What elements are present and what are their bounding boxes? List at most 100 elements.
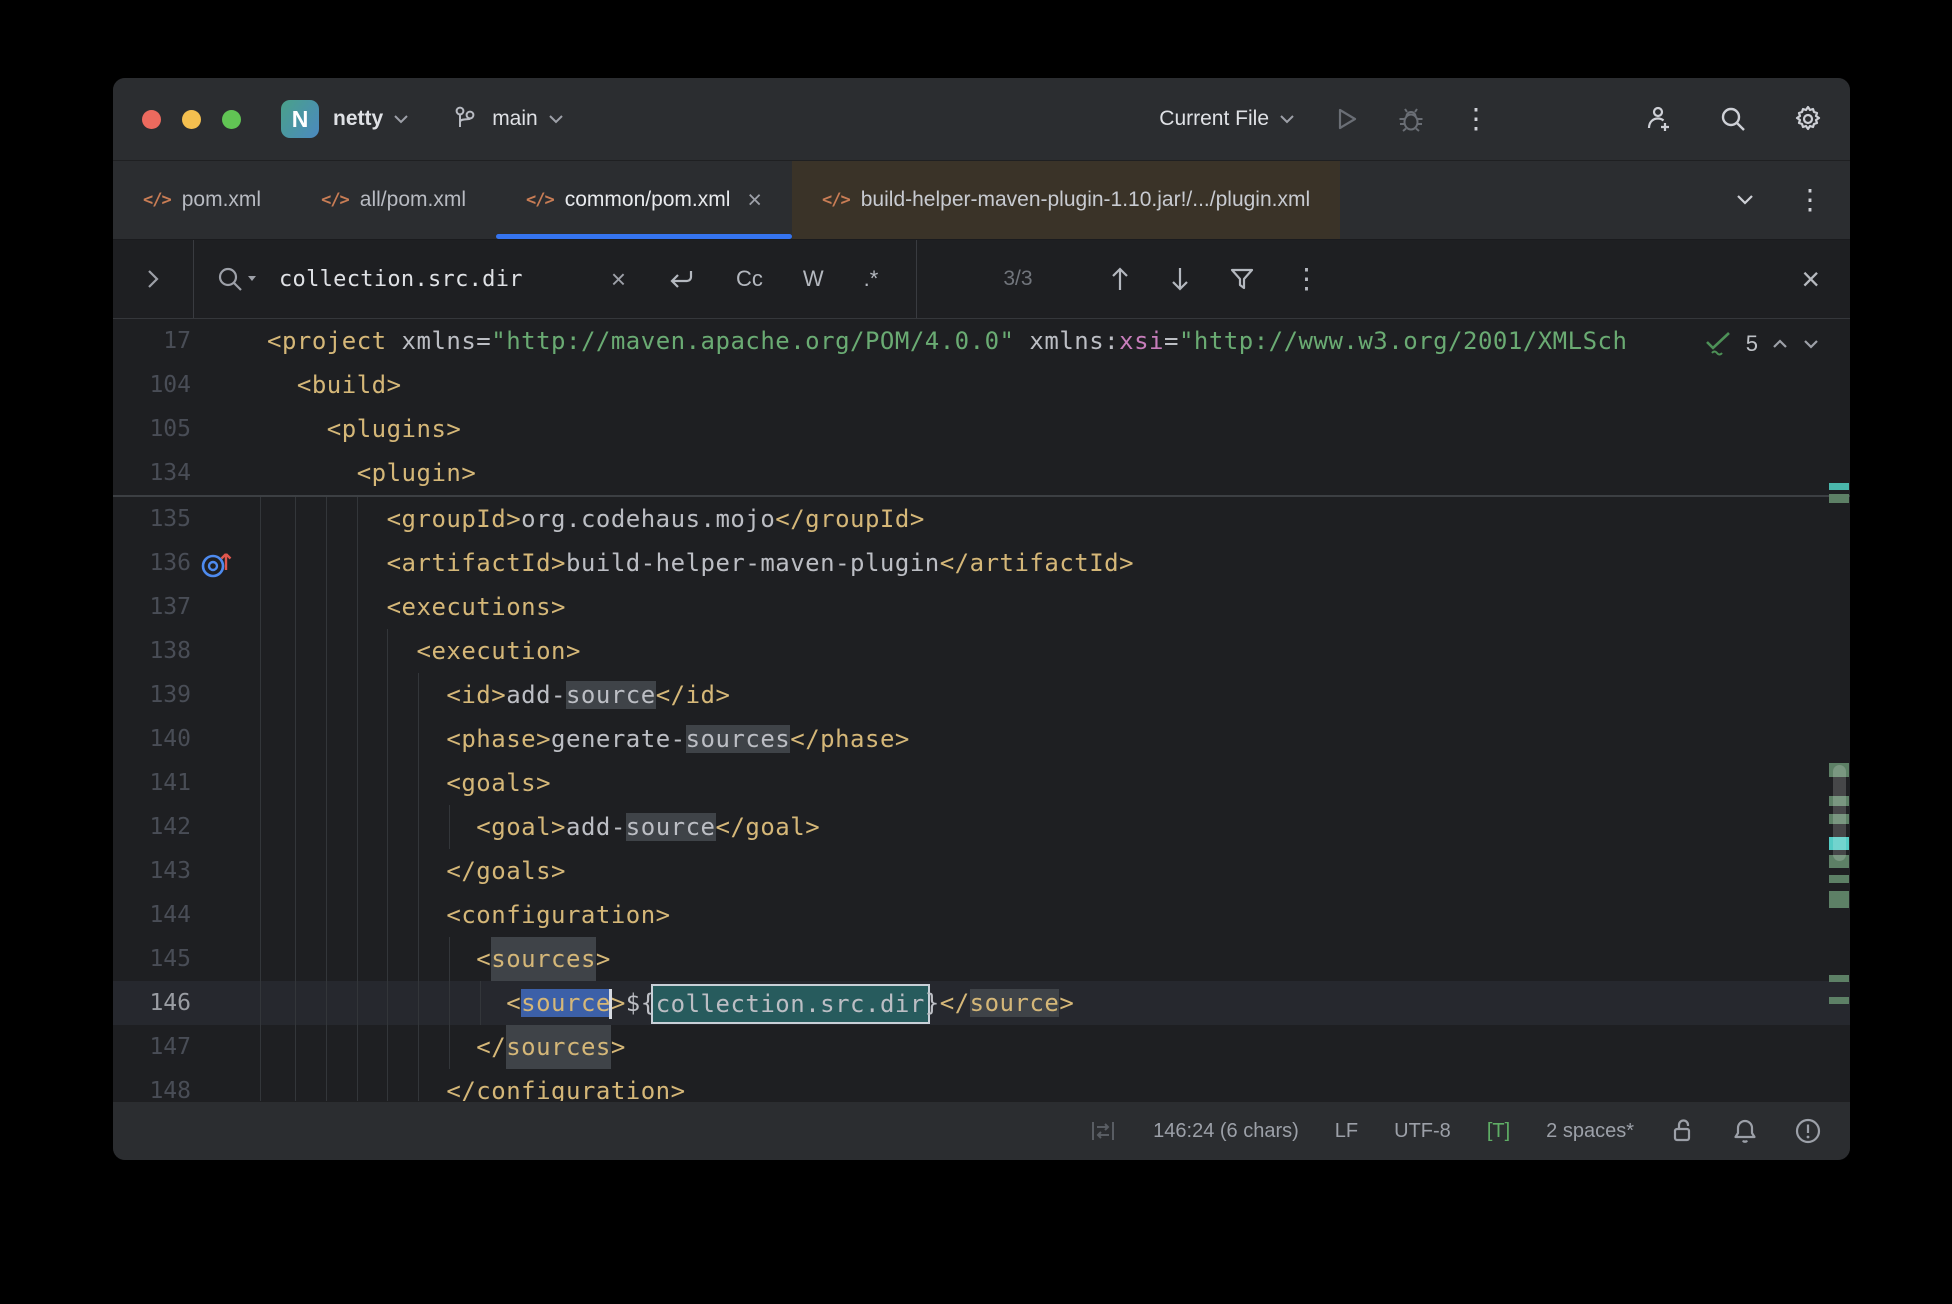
code-line[interactable]: 142 <goal>add-source</goal> — [113, 805, 1850, 849]
code-token: <configuration> — [446, 901, 670, 929]
code-line[interactable]: 143 </goals> — [113, 849, 1850, 893]
close-tab-icon[interactable]: × — [747, 188, 762, 213]
line-number[interactable]: 135 — [113, 497, 191, 541]
indent-setting[interactable]: 2 spaces* — [1546, 1120, 1634, 1143]
debug-icon[interactable] — [1396, 104, 1426, 134]
line-number[interactable]: 138 — [113, 629, 191, 673]
match-case-toggle[interactable]: Cc — [736, 266, 763, 292]
settings-gear-icon[interactable] — [1792, 103, 1824, 135]
code-line[interactable]: 134 <plugin> — [113, 451, 1850, 495]
code-line[interactable]: 104 <build> — [113, 363, 1850, 407]
line-number[interactable]: 148 — [113, 1069, 191, 1101]
line-number[interactable]: 147 — [113, 1025, 191, 1069]
code-line[interactable]: 147 </sources> — [113, 1025, 1850, 1069]
tab-common-pom-xml[interactable]: </> common/pom.xml × — [496, 161, 792, 239]
sticky-lines: 17<project xmlns="http://maven.apache.or… — [113, 319, 1850, 497]
code-line[interactable]: 140 <phase>generate-sources</phase> — [113, 717, 1850, 761]
line-number[interactable]: 140 — [113, 717, 191, 761]
code-line[interactable]: 105 <plugins> — [113, 407, 1850, 451]
code-line[interactable]: 138 <execution> — [113, 629, 1850, 673]
line-number[interactable]: 145 — [113, 937, 191, 981]
close-search-icon[interactable]: × — [1801, 263, 1820, 295]
search-icon[interactable] — [216, 265, 257, 293]
line-number[interactable]: 143 — [113, 849, 191, 893]
chevron-down-icon[interactable] — [392, 113, 410, 125]
project-icon[interactable]: N — [281, 100, 319, 138]
gutter-spacer — [191, 981, 267, 1025]
sync-arrows-icon[interactable] — [1089, 1117, 1117, 1145]
code-line[interactable]: 17<project xmlns="http://maven.apache.or… — [113, 319, 1850, 363]
inspection-widget[interactable]: 5 — [1699, 327, 1824, 361]
more-actions-icon[interactable]: ⋮ — [1462, 105, 1490, 133]
line-number[interactable]: 139 — [113, 673, 191, 717]
code-line[interactable]: 144 <configuration> — [113, 893, 1850, 937]
tab-plugin-xml[interactable]: </> build-helper-maven-plugin-1.10.jar!/… — [792, 161, 1340, 239]
scrollbar-thumb[interactable] — [1833, 765, 1846, 861]
line-number[interactable]: 137 — [113, 585, 191, 629]
search-everywhere-icon[interactable] — [1718, 104, 1748, 134]
search-field[interactable]: collection.src.dir — [216, 265, 523, 293]
filter-icon[interactable] — [1229, 266, 1255, 292]
run-config-selector[interactable]: Current File — [1159, 107, 1296, 131]
code-line[interactable]: 136 <artifactId>build-helper-maven-plugi… — [113, 541, 1850, 585]
expand-search-icon[interactable] — [113, 240, 194, 318]
line-number[interactable]: 142 — [113, 805, 191, 849]
chevron-down-icon — [547, 113, 565, 125]
clear-search-icon[interactable]: × — [611, 266, 626, 292]
line-number[interactable]: 105 — [113, 407, 191, 451]
code-token: "http://maven.apache.org/POM/4.0.0" — [491, 327, 1014, 355]
code-line[interactable]: 139 <id>add-source</id> — [113, 673, 1850, 717]
target-arrow-icon[interactable] — [191, 541, 267, 585]
hidden-tabs-chevron-icon[interactable] — [1734, 193, 1756, 207]
next-problem-icon[interactable] — [1802, 338, 1820, 350]
file-encoding[interactable]: UTF-8 — [1394, 1120, 1451, 1143]
code-token: </goal> — [716, 813, 821, 841]
line-ending[interactable]: LF — [1335, 1120, 1358, 1143]
code-line[interactable]: 135 <groupId>org.codehaus.mojo</groupId> — [113, 497, 1850, 541]
tab-all-pom-xml[interactable]: </> all/pom.xml — [291, 161, 496, 239]
unlocked-icon[interactable] — [1670, 1117, 1696, 1145]
previous-problem-icon[interactable] — [1771, 338, 1789, 350]
words-toggle[interactable]: W — [803, 266, 824, 292]
code-token: <groupId> — [387, 505, 522, 533]
code-line[interactable]: 137 <executions> — [113, 585, 1850, 629]
line-number[interactable]: 144 — [113, 893, 191, 937]
zoom-window-button[interactable] — [222, 110, 241, 129]
todo-badge[interactable]: [T] — [1487, 1120, 1510, 1143]
next-match-icon[interactable] — [1169, 265, 1191, 293]
code-token: sources — [491, 945, 596, 973]
new-line-icon[interactable] — [666, 266, 696, 292]
tab-pom-xml[interactable]: </> pom.xml — [113, 161, 291, 239]
code-line[interactable]: 146 <source>${collection.src.dir}</sourc… — [113, 981, 1850, 1025]
regex-toggle[interactable]: .* — [864, 266, 879, 292]
line-number[interactable]: 141 — [113, 761, 191, 805]
code-token: <project — [267, 327, 387, 355]
scrollbar[interactable] — [1824, 319, 1850, 1101]
code-line[interactable]: 141 <goals> — [113, 761, 1850, 805]
traffic-lights — [142, 110, 241, 129]
tab-options-icon[interactable]: ⋮ — [1796, 186, 1824, 214]
error-indicator-icon[interactable] — [1794, 1117, 1822, 1145]
previous-match-icon[interactable] — [1109, 265, 1131, 293]
line-number[interactable]: 17 — [113, 319, 191, 363]
scrollbar-mark — [1829, 875, 1849, 883]
line-number[interactable]: 146 — [113, 981, 191, 1025]
line-number[interactable]: 104 — [113, 363, 191, 407]
vcs-widget[interactable]: main — [452, 105, 565, 133]
code-token: > — [611, 1033, 626, 1061]
close-window-button[interactable] — [142, 110, 161, 129]
notifications-bell-icon[interactable] — [1732, 1117, 1758, 1145]
code-line[interactable]: 148 </configuration> — [113, 1069, 1850, 1101]
line-number[interactable]: 134 — [113, 451, 191, 495]
caret-position[interactable]: 146:24 (6 chars) — [1153, 1120, 1299, 1143]
code-editor[interactable]: 17<project xmlns="http://maven.apache.or… — [113, 319, 1850, 1101]
search-input[interactable]: collection.src.dir — [279, 267, 523, 292]
minimize-window-button[interactable] — [182, 110, 201, 129]
search-options-icon[interactable]: ⋮ — [1293, 265, 1321, 293]
add-user-icon[interactable] — [1644, 104, 1674, 134]
line-number[interactable]: 136 — [113, 541, 191, 585]
project-name[interactable]: netty — [333, 107, 383, 131]
run-icon[interactable] — [1332, 105, 1360, 133]
code-line[interactable]: 145 <sources> — [113, 937, 1850, 981]
code-token: = — [1164, 327, 1179, 355]
